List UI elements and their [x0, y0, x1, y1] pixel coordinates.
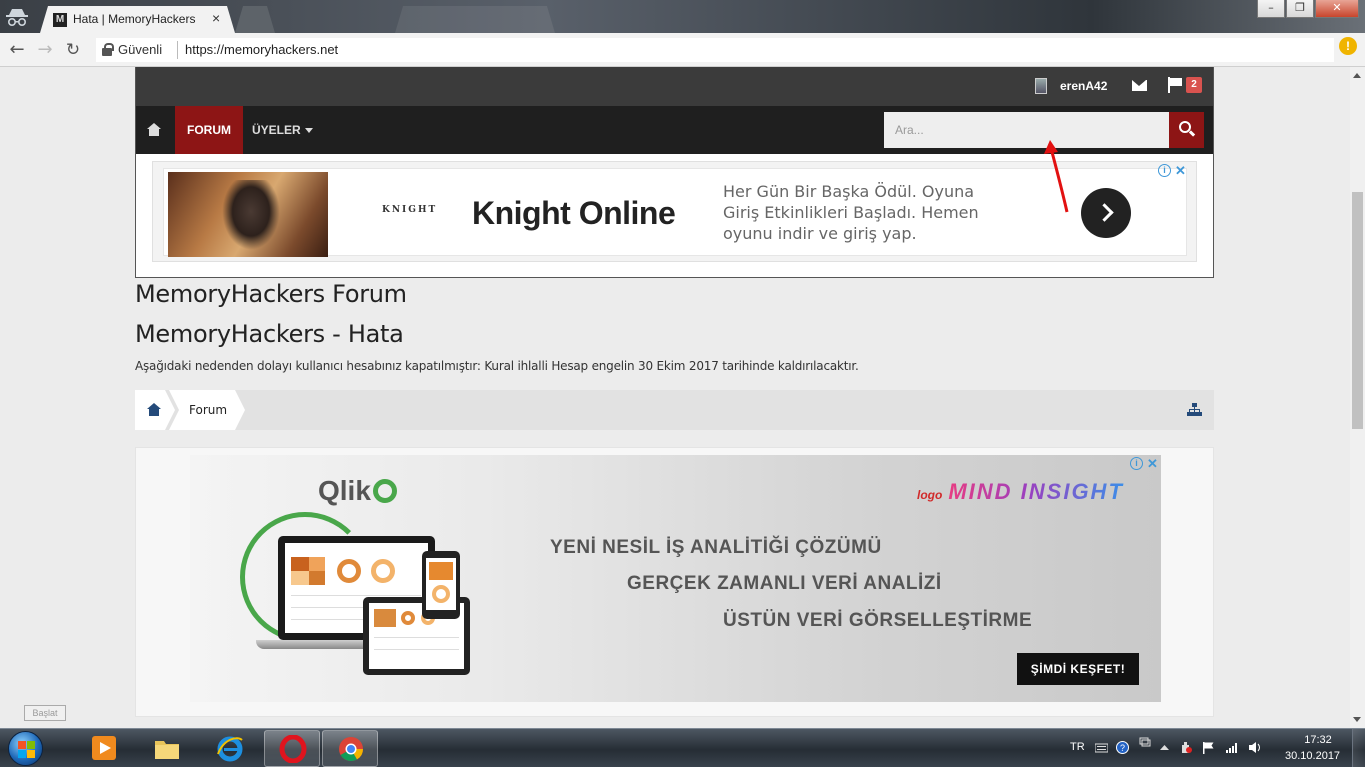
keyboard-icon[interactable] — [1095, 741, 1108, 754]
internet-explorer-icon — [217, 736, 243, 762]
show-hidden-icons[interactable] — [1158, 741, 1171, 754]
incognito-icon — [6, 9, 28, 26]
background-decor — [395, 6, 555, 33]
nav-members-label: ÜYELER — [252, 123, 301, 137]
forum-title: MemoryHackers Forum — [135, 280, 407, 308]
taskbar-internet-explorer[interactable] — [202, 730, 258, 767]
ad-banner-bottom: Qlik logo MIND INSIGHT YENİ NESİL İŞ ANA… — [135, 447, 1214, 717]
red-arrow-annotation — [1044, 140, 1069, 213]
brand-logo: logo MIND INSIGHT — [917, 479, 1124, 504]
tab-memoryhackers[interactable]: M Hata | MemoryHackers × — [40, 6, 235, 33]
network-icon[interactable] — [1225, 741, 1238, 754]
breadcrumb-forum-label: Forum — [189, 403, 228, 417]
ad-line-1: YENİ NESİL İŞ ANALİTİĞİ ÇÖZÜMÜ — [550, 537, 882, 558]
reload-icon[interactable]: ↻ — [62, 39, 84, 61]
start-button[interactable] — [2, 730, 50, 767]
lock-icon — [102, 43, 114, 56]
scroll-up-icon[interactable] — [1353, 73, 1361, 78]
scroll-thumb[interactable] — [1352, 192, 1363, 429]
page-title: MemoryHackers - Hata — [135, 320, 404, 348]
divider — [177, 41, 178, 59]
window-controls: – ❐ ✕ — [1256, 0, 1359, 20]
site-favicon-icon: M — [53, 13, 67, 27]
ad-cta-button[interactable]: ŞİMDİ KEŞFET! — [1017, 653, 1139, 685]
start-tooltip: Başlat — [24, 705, 66, 721]
ad-image — [168, 172, 328, 257]
forward-arrow-icon[interactable]: → — [34, 39, 56, 61]
taskbar-explorer[interactable] — [139, 730, 195, 767]
page-content: erenA42 2 FORUM ÜYELER KNIGHT Knight Onl… — [0, 67, 1350, 728]
ad-info-icon[interactable]: i — [1158, 164, 1171, 177]
restore-button[interactable]: ❐ — [1286, 0, 1314, 18]
svg-text:?: ? — [1120, 743, 1125, 753]
avatar[interactable] — [1035, 78, 1047, 94]
home-icon — [147, 403, 161, 416]
folder-icon — [155, 741, 179, 759]
flag-icon[interactable] — [1168, 77, 1182, 93]
clock-date[interactable]: 30.10.2017 — [1285, 750, 1340, 762]
ad-line-3: ÜSTÜN VERİ GÖRSELLEŞTİRME — [723, 610, 1033, 631]
volume-icon[interactable] — [1248, 741, 1261, 754]
username-link[interactable]: erenA42 — [1060, 79, 1107, 93]
search-input[interactable] — [884, 112, 1169, 148]
envelope-icon[interactable] — [1132, 80, 1147, 91]
phone-image — [422, 551, 460, 619]
address-bar[interactable]: Güvenli https://memoryhackers.net ☆ — [96, 38, 1334, 62]
minimize-button[interactable]: – — [1257, 0, 1285, 18]
action-center-flag-icon[interactable] — [1202, 741, 1215, 754]
taskbar-opera[interactable] — [264, 730, 320, 767]
breadcrumb-forum[interactable]: Forum — [169, 390, 245, 430]
secure-label: Güvenli — [118, 42, 163, 57]
browser-toolbar: ← → ↻ Güvenli https://memoryhackers.net … — [0, 33, 1365, 67]
ad-text: Her Gün Bir Başka Ödül. Oyuna Giriş Etki… — [723, 182, 979, 243]
extension-alert-icon[interactable]: ! — [1339, 37, 1357, 55]
search-button[interactable] — [1169, 112, 1204, 148]
ad-logo: KNIGHT — [382, 205, 438, 215]
user-bar: erenA42 2 — [136, 67, 1213, 106]
media-player-icon — [92, 736, 116, 760]
ad-card[interactable]: KNIGHT Knight Online Her Gün Bir Başka Ö… — [163, 168, 1187, 257]
clock-time[interactable]: 17:32 — [1298, 734, 1338, 746]
opera-icon — [279, 735, 307, 763]
chrome-icon — [339, 737, 363, 762]
url-text[interactable]: https://memoryhackers.net — [185, 42, 338, 57]
taskbar-media-player[interactable] — [76, 730, 132, 767]
nav-members[interactable]: ÜYELER — [252, 106, 313, 154]
security-warning-icon[interactable] — [1179, 741, 1192, 754]
search-icon — [1179, 121, 1191, 133]
ad-info-icon[interactable]: i — [1130, 457, 1143, 470]
tab-title: Hata | MemoryHackers — [73, 12, 196, 26]
help-icon[interactable]: ? — [1116, 741, 1129, 754]
display-icon[interactable] — [1138, 737, 1151, 750]
ad-line-2: GERÇEK ZAMANLI VERİ ANALİZİ — [627, 573, 942, 594]
browser-tab-bar: M Hata | MemoryHackers × – ❐ ✕ — [0, 0, 1365, 33]
windows-logo-icon — [8, 731, 43, 766]
breadcrumb-home[interactable] — [135, 390, 175, 430]
back-arrow-icon[interactable]: ← — [6, 39, 28, 61]
windows-taskbar: TR ? 17:32 30.10.2017 — [0, 728, 1365, 767]
scroll-down-icon[interactable] — [1353, 717, 1361, 722]
nav-forum[interactable]: FORUM — [175, 106, 243, 154]
ad-close-icon[interactable]: ✕ — [1147, 456, 1158, 472]
ad-title[interactable]: Knight Online — [472, 195, 676, 232]
breadcrumb: Forum — [135, 390, 1214, 430]
qlik-logo: Qlik — [318, 475, 397, 507]
nav-home[interactable] — [136, 106, 174, 154]
caret-down-icon — [304, 128, 313, 134]
ad-close-icon[interactable]: ✕ — [1175, 163, 1186, 179]
alert-count-badge[interactable]: 2 — [1186, 77, 1202, 93]
close-window-button[interactable]: ✕ — [1315, 0, 1359, 18]
tab-close-icon[interactable]: × — [212, 10, 220, 26]
language-indicator[interactable]: TR — [1070, 741, 1085, 753]
show-desktop-button[interactable] — [1352, 729, 1365, 767]
error-message: Aşağıdaki nedenden dolayı kullanıcı hesa… — [135, 359, 859, 373]
ad-card[interactable]: Qlik logo MIND INSIGHT YENİ NESİL İŞ ANA… — [190, 455, 1161, 702]
page-scrollbar[interactable] — [1350, 67, 1365, 728]
chevron-right-icon[interactable] — [1081, 188, 1131, 238]
taskbar-chrome[interactable] — [322, 730, 378, 767]
home-icon — [147, 123, 161, 136]
sitemap-icon[interactable] — [1187, 403, 1202, 417]
new-tab-button[interactable] — [235, 6, 275, 33]
